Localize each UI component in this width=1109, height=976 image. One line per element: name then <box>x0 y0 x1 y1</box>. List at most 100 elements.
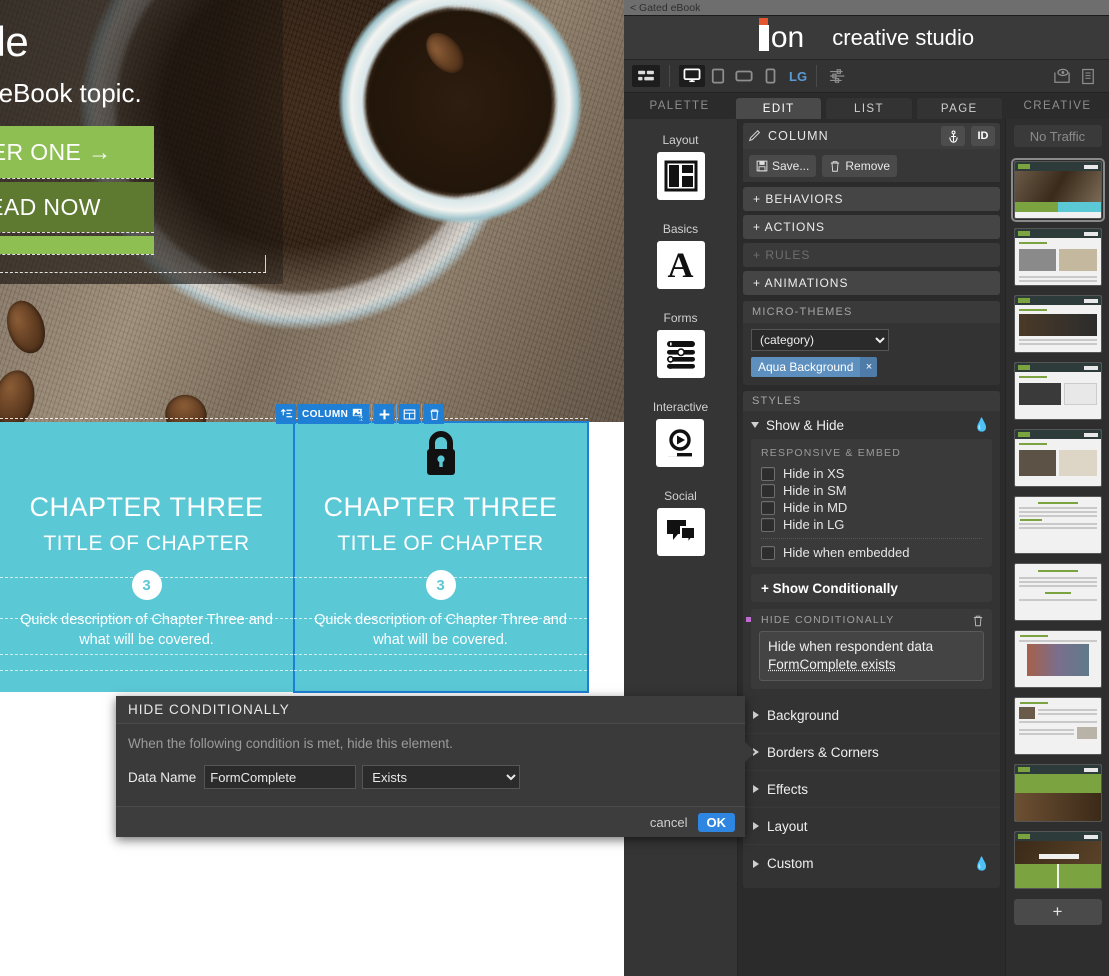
palette-sidebar[interactable]: Layout Basics A Forms Interactive Social <box>624 119 738 976</box>
creative-thumbnail[interactable] <box>1010 158 1105 222</box>
sliders-icon[interactable] <box>826 65 852 87</box>
save-button[interactable]: Save... <box>749 154 817 177</box>
chevron-right-icon <box>753 859 759 868</box>
tablet-landscape-icon[interactable] <box>731 65 757 87</box>
show-hide-section-toggle[interactable]: Show & Hide 💧 <box>743 411 1000 439</box>
ok-button[interactable]: OK <box>697 812 735 832</box>
brand-bar: on creative studio <box>624 16 1109 60</box>
checkbox-hide-sm[interactable]: Hide in SM <box>751 482 992 499</box>
layout-grid-icon[interactable] <box>632 65 660 87</box>
creative-thumbnail[interactable] <box>1013 228 1102 286</box>
checkbox-icon[interactable] <box>761 466 775 481</box>
checkbox-hide-md[interactable]: Hide in MD <box>751 499 992 516</box>
chapter-number-badge: 3 <box>425 570 456 600</box>
accordion-actions[interactable]: + ACTIONS <box>743 215 1000 239</box>
section-custom[interactable]: Custom 💧 <box>743 845 1000 882</box>
tab-page[interactable]: PAGE <box>915 97 1003 119</box>
move-up-icon[interactable] <box>276 404 296 424</box>
main-tabbar[interactable]: PALETTE EDIT LIST PAGE CREATIVE <box>624 93 1109 119</box>
checkbox-icon[interactable] <box>761 483 775 498</box>
accordion-animations[interactable]: + ANIMATIONS <box>743 271 1000 295</box>
theme-drop-icon[interactable]: 💧 <box>974 417 990 433</box>
column-toolbar[interactable]: COLUMN <box>276 404 445 424</box>
anchor-icon[interactable] <box>941 126 965 146</box>
palette-label: Layout <box>662 133 699 147</box>
cancel-button[interactable]: cancel <box>650 815 688 830</box>
chapter-columns-row[interactable]: CHAPTER THREE TITLE OF CHAPTER 3 Quick d… <box>0 421 589 693</box>
chapter-column-1[interactable]: CHAPTER THREE TITLE OF CHAPTER 3 Quick d… <box>0 422 294 692</box>
checkbox-hide-lg[interactable]: Hide in LG <box>751 516 992 533</box>
checkbox-icon[interactable] <box>761 545 775 560</box>
checkbox-hide-when-embedded[interactable]: Hide when embedded <box>751 544 992 561</box>
preview-eye-icon[interactable] <box>1049 65 1075 87</box>
add-creative-button[interactable]: + <box>1013 899 1102 925</box>
hero-chapter-button[interactable]: PTER ONE → <box>0 126 154 178</box>
save-disk-icon <box>756 160 768 171</box>
creative-thumbnail[interactable] <box>1013 429 1102 487</box>
layout-icon <box>656 152 705 200</box>
palette-item-layout[interactable]: Layout <box>656 133 705 200</box>
desktop-icon[interactable] <box>679 65 705 87</box>
section-layout[interactable]: Layout <box>743 808 1000 845</box>
thumb-nav <box>1014 162 1101 171</box>
hide-condition-card[interactable]: Hide when respondent data FormComplete e… <box>759 631 984 681</box>
tab-edit[interactable]: EDIT <box>735 97 823 119</box>
creative-thumbnail[interactable] <box>1013 496 1102 554</box>
tab-list[interactable]: LIST <box>825 97 913 119</box>
micro-theme-category-select[interactable]: (category) <box>751 329 889 351</box>
edit-guide-line <box>0 654 293 655</box>
breadcrumb-link[interactable]: < Gated eBook <box>630 2 700 14</box>
checkbox-icon[interactable] <box>761 500 775 515</box>
creative-thumbnail[interactable] <box>1013 563 1102 621</box>
condition-select[interactable]: Exists <box>362 765 521 789</box>
palette-item-basics[interactable]: Basics A <box>656 222 705 289</box>
hero-banner[interactable]: k Title ut this eBook topic. PTER ONE → … <box>0 0 624 443</box>
data-name-input[interactable] <box>204 765 357 789</box>
remove-button[interactable]: Remove <box>822 154 898 177</box>
edit-guide-line <box>0 178 154 179</box>
theme-drop-icon[interactable]: 💧 <box>974 856 990 872</box>
chip-label: Aqua Background <box>751 357 861 377</box>
trash-icon[interactable] <box>972 614 984 627</box>
id-button[interactable]: ID <box>971 126 995 146</box>
accordion-behaviors[interactable]: + BEHAVIORS <box>743 187 1000 211</box>
tablet-icon[interactable] <box>705 65 731 87</box>
hide-conditionally-dialog[interactable]: HIDE CONDITIONALLY When the following co… <box>116 696 755 837</box>
close-icon[interactable]: × <box>860 357 878 377</box>
palette-item-interactive[interactable]: Interactive <box>653 400 708 467</box>
section-borders-corners[interactable]: Borders & Corners <box>743 734 1000 771</box>
creative-thumbnail[interactable] <box>1013 295 1102 353</box>
trash-icon[interactable] <box>424 404 445 424</box>
checkbox-hide-xs[interactable]: Hide in XS <box>751 465 992 482</box>
chapter-subtitle: TITLE OF CHAPTER <box>43 532 250 555</box>
dialog-body: When the following condition is met, hid… <box>116 724 745 806</box>
editor-panel[interactable]: COLUMN ID Save... Remove + BEHAVIORS + A… <box>738 119 1005 976</box>
split-columns-icon[interactable] <box>399 404 420 424</box>
section-effects[interactable]: Effects <box>743 771 1000 808</box>
show-conditionally-button[interactable]: + Show Conditionally <box>751 574 992 602</box>
creative-thumbnail[interactable] <box>1013 697 1102 755</box>
breakpoint-label[interactable]: LG <box>789 69 807 84</box>
creative-sidebar[interactable]: No Traffic + <box>1005 119 1109 976</box>
show-hide-label: Show & Hide <box>766 417 845 433</box>
chapter-column-2[interactable]: CHAPTER THREE TITLE OF CHAPTER 3 Quick d… <box>293 421 589 693</box>
breadcrumb[interactable]: < Gated eBook <box>624 0 1109 16</box>
hero-read-now-button[interactable]: READ NOW <box>0 182 154 232</box>
device-toolbar[interactable]: LG <box>624 60 1109 93</box>
palette-item-forms[interactable]: Forms <box>656 311 705 378</box>
document-icon[interactable] <box>1075 65 1101 87</box>
palette-label: Forms <box>663 311 698 325</box>
palette-item-social[interactable]: Social <box>656 489 705 556</box>
checkbox-icon[interactable] <box>761 517 775 532</box>
trash-icon <box>831 160 840 172</box>
logo-dot <box>758 17 768 25</box>
section-background[interactable]: Background <box>743 697 1000 734</box>
column-toolbar-label[interactable]: COLUMN <box>298 404 370 424</box>
creative-thumbnail[interactable] <box>1013 831 1102 889</box>
creative-thumbnail[interactable] <box>1013 362 1102 420</box>
mobile-icon[interactable] <box>757 65 783 87</box>
creative-thumbnail[interactable] <box>1013 630 1102 688</box>
creative-thumbnail[interactable] <box>1013 764 1102 822</box>
micro-theme-chip[interactable]: Aqua Background × <box>751 357 878 377</box>
plus-icon[interactable] <box>374 404 395 424</box>
